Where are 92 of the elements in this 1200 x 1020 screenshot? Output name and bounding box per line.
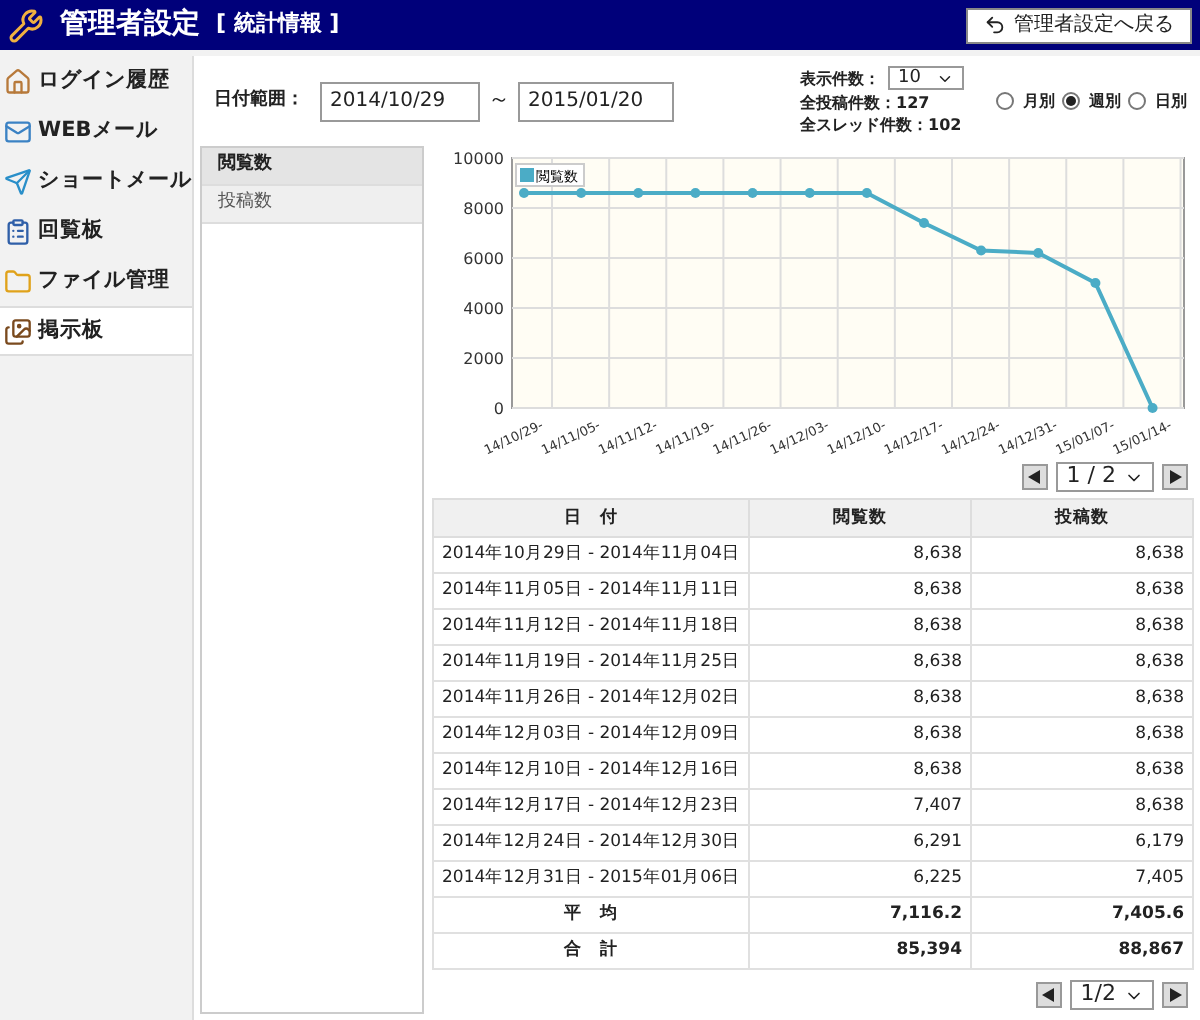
table-cell: 6,225	[749, 861, 971, 897]
display-count-select[interactable]: 10	[888, 66, 965, 90]
data-point	[633, 188, 644, 198]
summary-cell: 7,116.2	[749, 897, 971, 933]
metric-item[interactable]: 投稿数	[202, 186, 422, 224]
metric-item[interactable]: 閲覧数	[202, 148, 422, 186]
right-triangle-icon	[1168, 988, 1182, 1002]
folder-icon	[4, 267, 32, 295]
y-tick-label: 0	[493, 400, 504, 418]
summary-cell: 平 均	[433, 897, 749, 933]
total-threads-text: 全スレッド件数：102	[800, 114, 964, 136]
table-cell: 8,638	[749, 537, 971, 573]
data-point	[747, 188, 758, 198]
period-radio[interactable]: 週別	[1062, 89, 1121, 113]
table-cell: 8,638	[971, 789, 1193, 825]
table-cell: 6,291	[749, 825, 971, 861]
table-cell: 8,638	[749, 573, 971, 609]
total-posts-text: 全投稿件数：127	[800, 92, 932, 114]
column-header: 閲覧数	[749, 499, 971, 537]
data-point	[519, 188, 529, 198]
table-cell: 8,638	[971, 537, 1193, 573]
left-triangle-icon	[1042, 988, 1057, 1002]
data-point	[1147, 403, 1158, 413]
y-tick-label: 4000	[463, 300, 504, 318]
house-icon	[4, 67, 32, 95]
return-arrow-icon	[984, 14, 1006, 36]
column-header: 投稿数	[971, 499, 1193, 537]
sidebar-item[interactable]: 掲示板	[0, 306, 192, 356]
paper-plane-icon	[4, 167, 32, 195]
left-triangle-icon	[1028, 470, 1043, 484]
table-cell: 2014年12月31日 - 2015年01月06日	[433, 861, 749, 897]
table-cell: 2014年11月12日 - 2014年11月18日	[433, 609, 749, 645]
previous-page-button[interactable]	[1036, 982, 1063, 1008]
table-cell: 8,638	[971, 573, 1193, 609]
table-cell: 8,638	[971, 609, 1193, 645]
table-cell: 2014年11月05日 - 2014年11月11日	[433, 573, 749, 609]
table-cell: 2014年12月03日 - 2014年12月09日	[433, 717, 749, 753]
envelope-icon	[4, 117, 32, 145]
table-cell: 7,405	[971, 861, 1193, 897]
table-cell: 8,638	[971, 717, 1193, 753]
tools-icon	[8, 7, 44, 43]
data-point	[976, 245, 987, 256]
table-cell: 8,638	[749, 645, 971, 681]
display-count-label: 表示件数：	[800, 67, 880, 89]
table-cell: 6,179	[971, 825, 1193, 861]
table-cell: 8,638	[749, 681, 971, 717]
page-subtitle: [ 統計情報 ]	[216, 8, 340, 41]
y-tick-label: 6000	[463, 250, 504, 268]
column-header: 日 付	[433, 499, 749, 537]
table-cell: 8,638	[749, 753, 971, 789]
page-title: 管理者設定	[60, 5, 200, 44]
data-point	[576, 188, 587, 198]
back-button[interactable]: 管理者設定へ戻る	[966, 7, 1192, 43]
period-radio[interactable]: 日別	[1128, 89, 1187, 113]
data-point	[690, 188, 701, 198]
pictures-icon	[4, 317, 32, 345]
table-cell: 2014年12月24日 - 2014年12月30日	[433, 825, 749, 861]
next-page-button[interactable]	[1162, 982, 1188, 1008]
table-cell: 8,638	[971, 681, 1193, 717]
tilde-separator: ～	[488, 84, 510, 117]
table-cell: 2014年10月29日 - 2014年11月04日	[433, 537, 749, 573]
data-point	[1090, 278, 1101, 288]
previous-page-button[interactable]	[1022, 464, 1049, 490]
data-point	[804, 188, 815, 198]
summary-cell: 合 計	[433, 933, 749, 969]
summary-cell: 88,867	[971, 933, 1193, 969]
summary-cell: 7,405.6	[971, 897, 1193, 933]
next-page-button[interactable]	[1162, 464, 1188, 490]
right-triangle-icon	[1168, 470, 1182, 484]
date-range-label: 日付範囲：	[214, 87, 304, 114]
period-radio[interactable]: 月別	[996, 89, 1055, 113]
end-date-field[interactable]: 2015/01/20	[518, 81, 674, 121]
summary-cell: 85,394	[749, 933, 971, 969]
data-point	[861, 188, 872, 198]
y-tick-label: 10000	[453, 150, 504, 168]
start-date-field[interactable]: 2014/10/29	[320, 81, 480, 121]
clipboard-icon	[4, 217, 32, 245]
table-cell: 8,638	[971, 645, 1193, 681]
table-cell: 8,638	[971, 753, 1193, 789]
y-tick-label: 8000	[463, 200, 504, 218]
table-cell: 8,638	[749, 609, 971, 645]
page-select[interactable]: 1/2	[1070, 980, 1154, 1010]
table-cell: 2014年12月17日 - 2014年12月23日	[433, 789, 749, 825]
table-cell: 2014年12月10日 - 2014年12月16日	[433, 753, 749, 789]
table-cell: 2014年11月26日 - 2014年12月02日	[433, 681, 749, 717]
data-point	[1033, 248, 1044, 258]
page-select[interactable]: 1 / 2	[1056, 462, 1154, 492]
table-cell: 2014年11月19日 - 2014年11月25日	[433, 645, 749, 681]
data-point	[919, 218, 929, 228]
y-tick-label: 2000	[463, 350, 504, 368]
table-cell: 7,407	[749, 789, 971, 825]
table-cell: 8,638	[749, 717, 971, 753]
